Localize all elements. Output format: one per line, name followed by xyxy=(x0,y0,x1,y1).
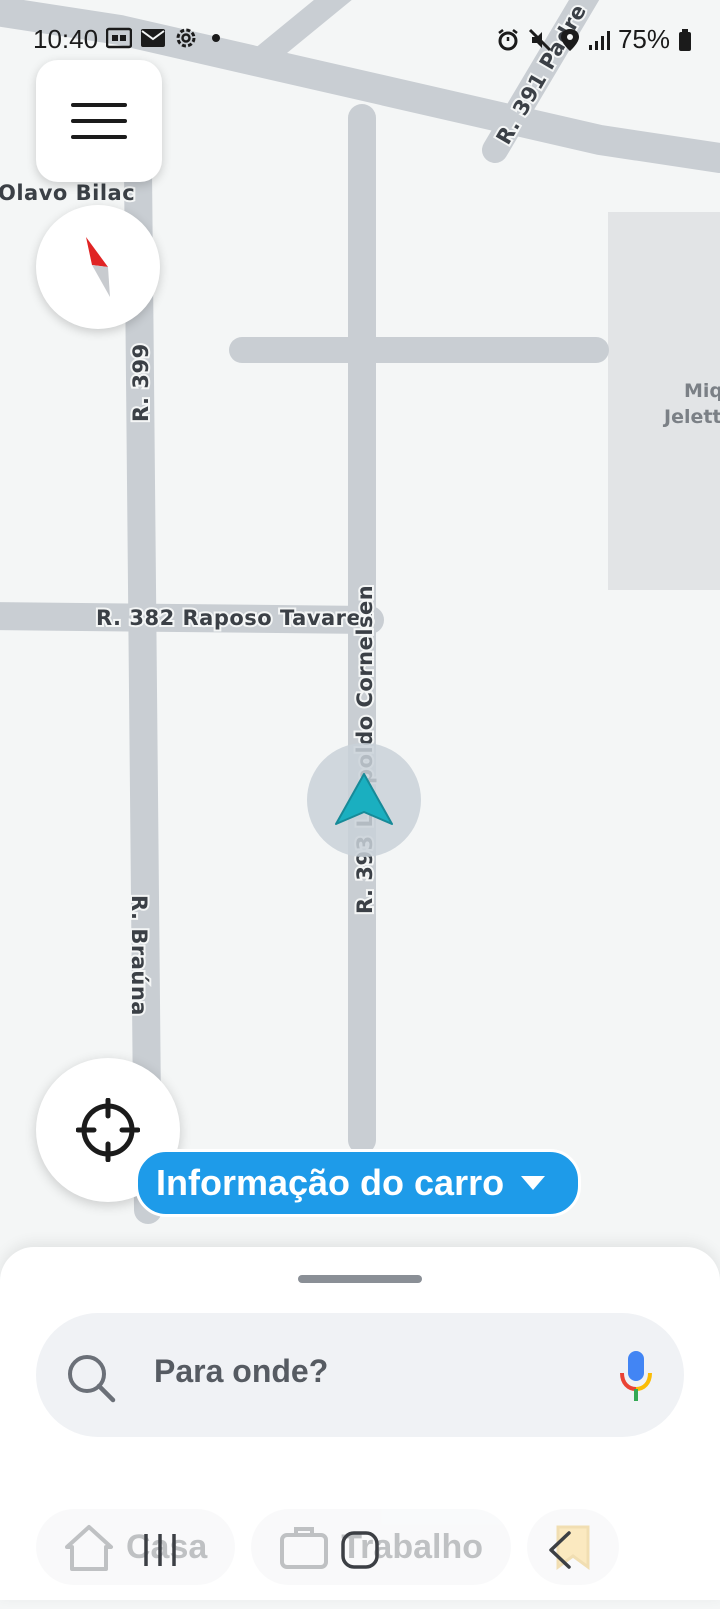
mic-icon[interactable] xyxy=(618,1349,654,1403)
compass-icon xyxy=(86,237,110,297)
search-placeholder: Para onde? xyxy=(154,1353,329,1389)
street-label-olavo-bilac: Olavo Bilac xyxy=(0,181,135,205)
search-icon xyxy=(68,1355,116,1403)
search-bar[interactable]: Para onde? xyxy=(36,1313,684,1437)
recent-apps-icon xyxy=(144,1534,176,1566)
home-button[interactable] xyxy=(310,1520,410,1580)
battery-percentage: 75% xyxy=(617,24,670,54)
alarm-icon xyxy=(498,28,518,50)
compass-button[interactable] xyxy=(36,205,160,329)
street-label-399: R. 399 xyxy=(129,343,153,422)
poi-label-line-1: Miq xyxy=(684,380,720,402)
crosshair-icon xyxy=(76,1098,140,1162)
street-label-382: R. 382 Raposo Tavares xyxy=(96,606,374,630)
caret-down-icon xyxy=(521,1176,546,1190)
current-location-marker xyxy=(307,743,421,857)
home-nav-icon xyxy=(341,1531,379,1569)
system-navigation-bar xyxy=(0,1500,720,1600)
road-399 xyxy=(124,156,162,1224)
mail-icon xyxy=(141,29,165,47)
mute-icon xyxy=(528,28,552,51)
notification-dot-icon xyxy=(212,34,220,42)
settings-icon xyxy=(176,28,196,48)
car-info-label: Informação do carro xyxy=(156,1162,505,1203)
back-button[interactable] xyxy=(510,1520,610,1580)
sheet-grabber[interactable] xyxy=(298,1275,422,1283)
signal-icon xyxy=(588,30,610,50)
street-label-brauna: R. Braúna xyxy=(127,895,151,1016)
whatsapp-icon xyxy=(106,27,132,49)
recent-apps-button[interactable] xyxy=(110,1520,210,1580)
back-icon xyxy=(549,1531,571,1569)
menu-button[interactable] xyxy=(36,60,162,182)
poi-label-line-2: Jelett xyxy=(662,406,720,428)
battery-icon xyxy=(679,28,691,51)
location-icon xyxy=(560,28,579,51)
menu-icon xyxy=(71,103,127,139)
car-info-button[interactable]: Informação do carro xyxy=(135,1149,582,1217)
status-time: 10:40 xyxy=(33,24,99,54)
